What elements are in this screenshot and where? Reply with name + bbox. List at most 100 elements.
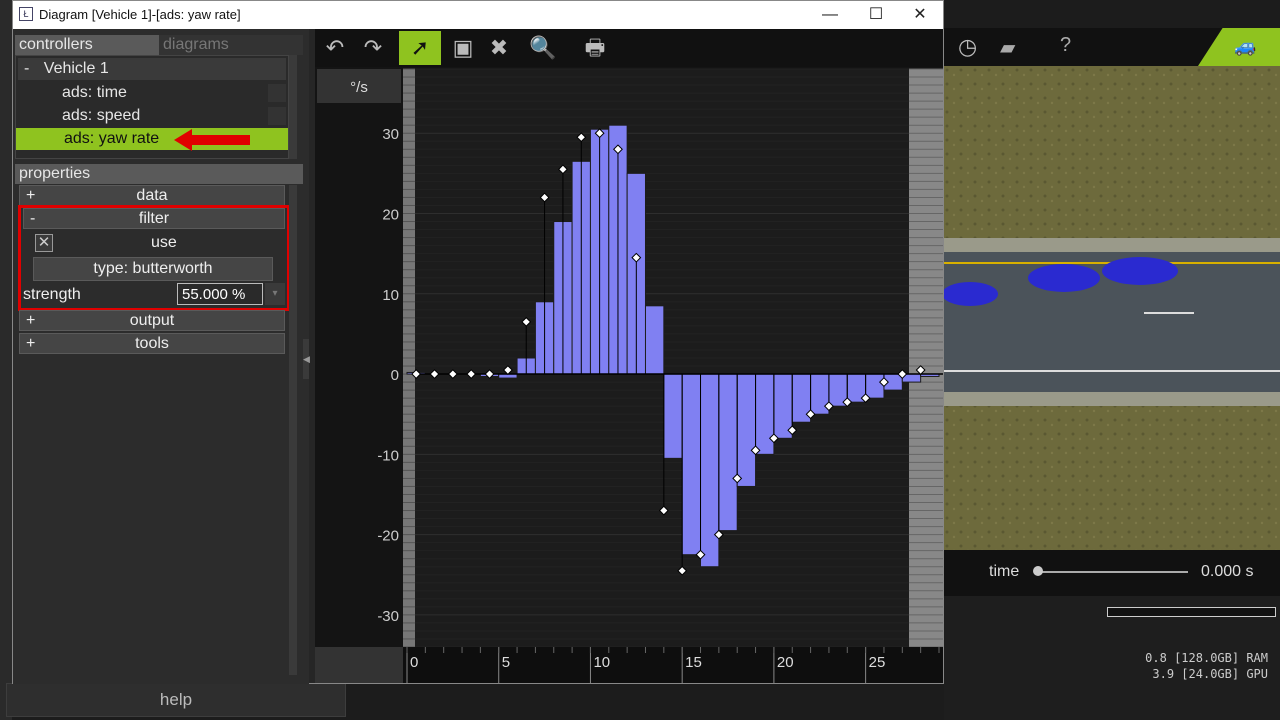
title-bar[interactable]: Ł Diagram [Vehicle 1]-[ads: yaw rate] — … xyxy=(13,1,943,29)
speedometer-icon[interactable]: ◷ xyxy=(958,34,977,60)
y-tick-label: 0 xyxy=(391,367,399,384)
rectangle-select-icon[interactable]: ▣ xyxy=(447,33,479,63)
x-tick-label: 0 xyxy=(410,654,418,671)
zoom-icon[interactable]: 🔍 xyxy=(527,33,559,63)
x-tick-label: 20 xyxy=(777,654,794,671)
window-title: Diagram [Vehicle 1]-[ads: yaw rate] xyxy=(39,7,241,22)
expand-sign: + xyxy=(26,187,36,204)
panel-collapse-handle[interactable]: ◀ xyxy=(303,339,310,379)
app-left-strip xyxy=(0,0,12,720)
yaw-rate-chart[interactable]: °/s 30 20 10 0 -10 -20 -30 0 5 10 15 20 25 xyxy=(315,67,943,683)
y-tick-label: 30 xyxy=(382,126,399,143)
y-tick-label: 20 xyxy=(382,207,399,224)
expand-sign: + xyxy=(26,335,36,352)
use-label: use xyxy=(151,234,177,251)
data-bar xyxy=(718,373,738,532)
minimize-button[interactable]: — xyxy=(807,1,853,29)
y-tick-label: 10 xyxy=(382,287,399,304)
edge-line xyxy=(944,370,1280,372)
section-filter[interactable]: - filter xyxy=(23,208,285,229)
car-trail xyxy=(944,282,998,306)
strength-input[interactable]: 55.000 % xyxy=(177,283,263,305)
close-button[interactable]: ✕ xyxy=(897,1,943,29)
section-label: tools xyxy=(135,335,169,352)
data-bar xyxy=(681,373,702,556)
properties-scrollbar[interactable] xyxy=(289,185,297,675)
time-bar: time 0.000 s xyxy=(944,550,1280,596)
ruler-icon[interactable]: ▰ xyxy=(1000,35,1015,60)
y-tick-label: -10 xyxy=(377,447,399,464)
print-icon[interactable]: 🖶 xyxy=(579,33,611,63)
tab-diagrams-label: diagrams xyxy=(163,36,229,53)
strength-spinner[interactable]: ▾ xyxy=(265,283,285,305)
properties-header-label: properties xyxy=(19,165,91,182)
vehicle-car[interactable] xyxy=(1102,257,1178,285)
tree-scrollbar[interactable] xyxy=(289,55,297,159)
filter-type-dropdown[interactable]: type: butterworth xyxy=(33,257,273,281)
time-slider-handle[interactable] xyxy=(1033,566,1043,576)
red-arrow-icon xyxy=(174,129,250,151)
x-axis-bar xyxy=(403,647,943,683)
controller-tree: - Vehicle 1 ads: time ads: speed ads: ya… xyxy=(15,55,289,159)
diagram-toolbar: ↶ ↷ ➚ ▣ ✖ 🔍 🖶 xyxy=(315,29,943,67)
filter-type-value: type: butterworth xyxy=(93,260,213,277)
strength-label: strength xyxy=(23,286,81,303)
progress-bar xyxy=(1107,607,1276,617)
data-bar xyxy=(644,305,665,375)
time-label: time xyxy=(989,563,1020,580)
section-tools[interactable]: + tools xyxy=(19,333,285,354)
unit-label: °/s xyxy=(350,79,368,96)
lane-dash xyxy=(1144,312,1194,314)
section-data[interactable]: + data xyxy=(19,185,285,206)
tree-item-label: ads: yaw rate xyxy=(64,130,160,147)
x-tick-label: 25 xyxy=(869,654,886,671)
road-edge-top xyxy=(944,238,1280,252)
gpu-readout: 3.9 [24.0GB] GPU xyxy=(1152,667,1268,681)
left-panel: controllers diagrams - Vehicle 1 ads: ti… xyxy=(13,29,310,684)
section-output[interactable]: + output xyxy=(19,310,285,331)
tree-item-time[interactable]: ads: time xyxy=(62,82,262,104)
tab-controllers-label: controllers xyxy=(19,36,93,53)
data-bar xyxy=(755,373,775,455)
expand-sign: + xyxy=(26,312,36,329)
x-tick-label: 10 xyxy=(593,654,610,671)
delete-icon[interactable]: ✖ xyxy=(483,33,515,63)
chart-area[interactable]: °/s 30 20 10 0 -10 -20 -30 0 5 10 15 20 25 xyxy=(315,67,943,683)
help-icon[interactable]: ? xyxy=(1060,34,1071,57)
help-button[interactable]: help xyxy=(6,683,346,717)
data-bar xyxy=(736,373,757,487)
x-tick-label: 5 xyxy=(502,654,510,671)
properties-header: properties xyxy=(15,164,303,184)
data-bar xyxy=(700,373,720,568)
use-checkbox[interactable]: ✕ xyxy=(35,234,53,252)
tree-item-speed[interactable]: ads: speed xyxy=(62,105,262,127)
x-axis-corner xyxy=(315,647,403,683)
car-icon: 🚙 xyxy=(1234,36,1257,56)
collapse-sign: - xyxy=(30,210,36,227)
redo-icon[interactable]: ↷ xyxy=(357,33,389,63)
status-area: 0.8 [128.0GB] RAM 3.9 [24.0GB] GPU xyxy=(944,596,1280,720)
section-label: filter xyxy=(138,210,170,227)
time-value: 0.000 s xyxy=(1201,563,1254,580)
tab-controllers[interactable]: controllers xyxy=(15,35,161,55)
data-bar xyxy=(663,373,683,459)
tree-item-checkbox[interactable] xyxy=(268,107,286,125)
select-arrow-icon[interactable]: ➚ xyxy=(399,31,441,65)
scene-svg xyxy=(944,66,1280,550)
diagram-window: Ł Diagram [Vehicle 1]-[ads: yaw rate] — … xyxy=(12,0,944,684)
tree-root-vehicle[interactable]: - Vehicle 1 xyxy=(18,58,286,80)
tree-item-label: ads: speed xyxy=(62,107,141,124)
section-label: data xyxy=(136,187,168,204)
tree-item-checkbox[interactable] xyxy=(268,84,286,102)
simulation-view[interactable] xyxy=(944,66,1280,550)
tree-root-sign[interactable]: - xyxy=(24,60,29,77)
tree-root-label: Vehicle 1 xyxy=(43,60,109,77)
maximize-button[interactable]: ☐ xyxy=(853,1,899,29)
time-slider[interactable] xyxy=(1038,571,1188,573)
x-tick-label: 15 xyxy=(685,654,702,671)
diagram-app-icon: Ł xyxy=(19,7,33,21)
undo-icon[interactable]: ↶ xyxy=(319,33,351,63)
y-tick-label: -30 xyxy=(377,608,399,625)
tab-diagrams[interactable]: diagrams xyxy=(159,35,303,55)
road-edge-bottom xyxy=(944,392,1280,406)
